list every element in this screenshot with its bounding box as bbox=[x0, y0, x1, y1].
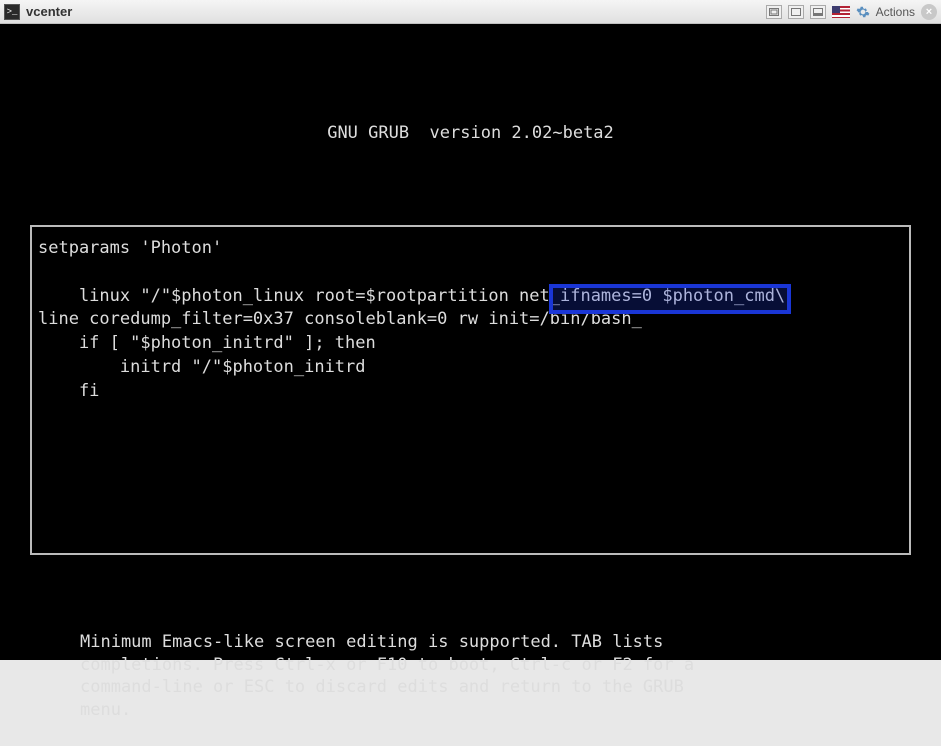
enter-fullscreen-button[interactable] bbox=[766, 5, 782, 19]
grub-line-5: if [ "$photon_initrd" ]; then bbox=[38, 333, 376, 353]
grub-footer-l4: menu. bbox=[80, 700, 131, 720]
grub-line-4b: rw init=/bin/bash_ bbox=[458, 309, 642, 329]
titlebar-right: Actions × bbox=[766, 4, 937, 20]
grub-footer: Minimum Emacs-like screen editing is sup… bbox=[80, 631, 861, 723]
grub-footer-l2: completions. Press Ctrl-x or F10 to boot… bbox=[80, 655, 694, 675]
console-app-icon: >_ bbox=[4, 4, 20, 20]
send-cad-icon bbox=[813, 8, 823, 16]
close-button[interactable]: × bbox=[921, 4, 937, 20]
gear-icon[interactable] bbox=[856, 5, 870, 19]
popout-button[interactable] bbox=[788, 5, 804, 19]
titlebar: >_ vcenter Actions × bbox=[0, 0, 941, 24]
fullscreen-icon bbox=[769, 8, 779, 16]
grub-footer-l1: Minimum Emacs-like screen editing is sup… bbox=[80, 632, 663, 652]
grub-line-7: fi bbox=[38, 381, 99, 401]
grub-editor-box[interactable]: setparams 'Photon' linux "/"$photon_linu… bbox=[30, 225, 911, 555]
popout-icon bbox=[791, 8, 801, 16]
send-cad-button[interactable] bbox=[810, 5, 826, 19]
grub-line-1: setparams 'Photon' bbox=[38, 238, 222, 258]
console-area[interactable]: GNU GRUB version 2.02~beta2 setparams 'P… bbox=[0, 24, 941, 660]
grub-line-3a: linux "/"$photon_linux root=$rootpartiti… bbox=[38, 286, 509, 306]
grub-line-6: initrd "/"$photon_initrd bbox=[38, 357, 366, 377]
grub-header: GNU GRUB version 2.02~beta2 bbox=[0, 122, 941, 146]
grub-line-4a: line coredump_filter=0x37 consoleblank=0 bbox=[38, 309, 458, 329]
close-icon: × bbox=[926, 6, 932, 18]
actions-menu[interactable]: Actions bbox=[876, 5, 915, 19]
grub-line-3b: net_ifnames=0 bbox=[509, 286, 663, 306]
grub-footer-l3: command-line or ESC to discard edits and… bbox=[80, 677, 684, 697]
titlebar-left: >_ vcenter bbox=[4, 4, 72, 20]
window-title: vcenter bbox=[26, 4, 72, 19]
grub-line-3c: $photon_cmd\ bbox=[662, 286, 785, 306]
keyboard-layout-flag-icon[interactable] bbox=[832, 6, 850, 18]
